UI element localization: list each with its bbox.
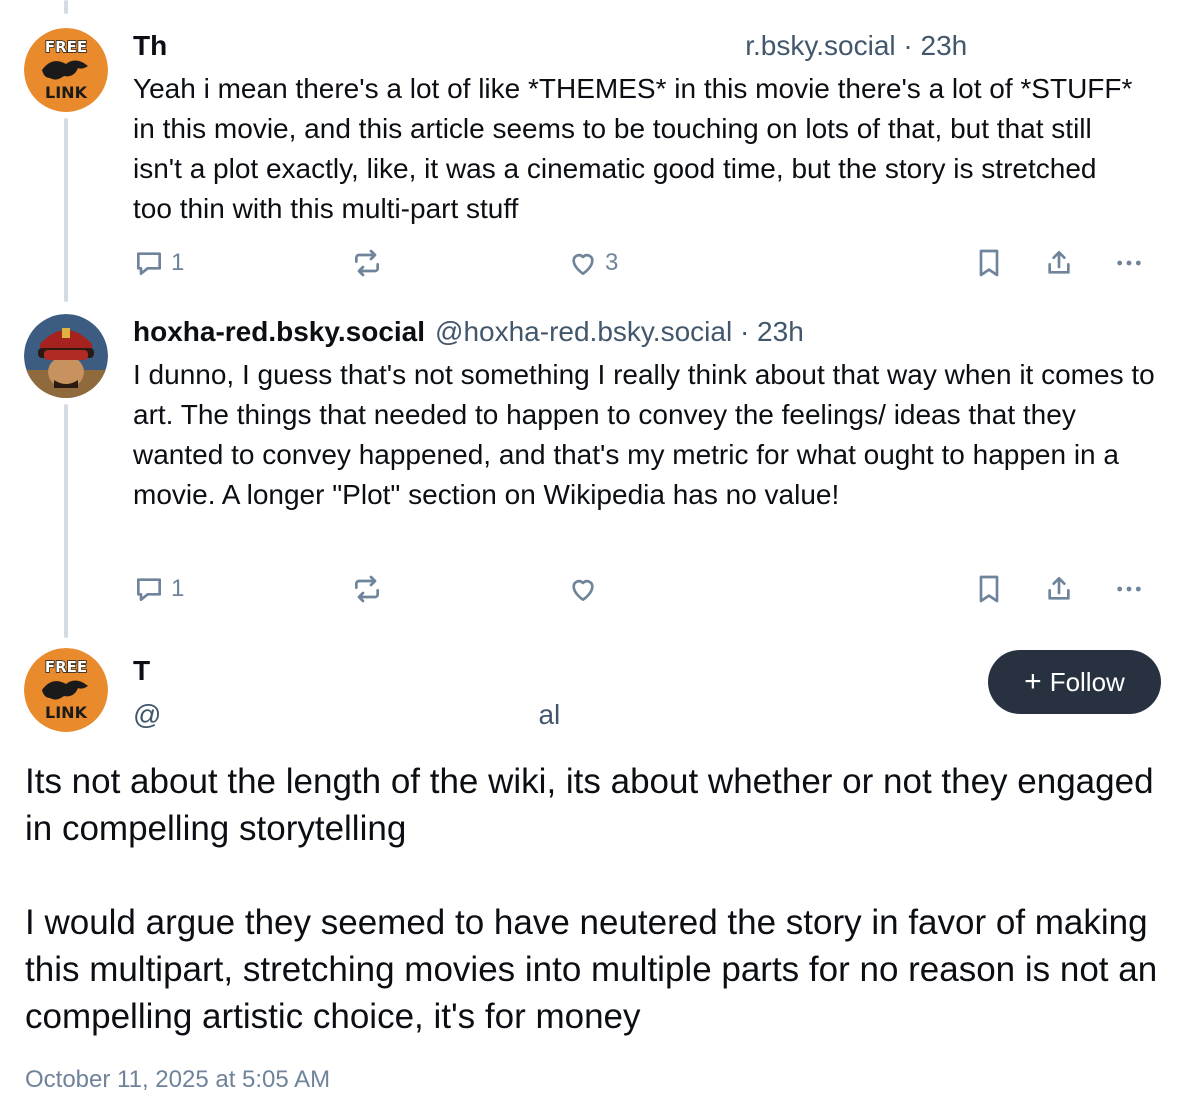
- more-icon: [1117, 586, 1141, 592]
- share-icon: [1048, 251, 1070, 274]
- free-link-avatar-image: FREE LINK: [24, 648, 108, 732]
- repost-button[interactable]: [351, 241, 389, 285]
- repost-button[interactable]: [351, 567, 389, 611]
- main-post-text: Its not about the length of the wiki, it…: [25, 762, 1158, 1036]
- hoxha-red-avatar-image: [24, 314, 108, 398]
- avatar-free-link[interactable]: FREE LINK: [24, 28, 108, 112]
- post-1-actions: 1 3: [133, 241, 1163, 285]
- svg-text:LINK: LINK: [45, 83, 88, 102]
- reply-button[interactable]: 1: [133, 241, 184, 285]
- post-1-text: Yeah i mean there's a lot of like *THEME…: [133, 73, 1133, 224]
- post-2-handle-meta[interactable]: @hoxha-red.bsky.social · 23h: [435, 315, 804, 349]
- reply-count: 1: [171, 249, 185, 276]
- main-handle-end: al: [538, 699, 561, 730]
- post-2-author-name[interactable]: hoxha-red.bsky.social: [133, 315, 425, 349]
- post-1-author-row: Th r.bsky.social · 23h: [133, 29, 1170, 63]
- main-author-name[interactable]: T: [133, 654, 150, 688]
- thread-line-1: [64, 118, 68, 302]
- more-icon: [1117, 260, 1141, 266]
- follow-label: Follow: [1049, 666, 1125, 697]
- thread-line-2: [64, 404, 68, 638]
- post-1-author-name[interactable]: Th: [133, 29, 167, 63]
- repost-icon: [355, 575, 379, 603]
- reply-icon: [137, 252, 161, 275]
- share-button[interactable]: [1043, 567, 1075, 611]
- repost-icon: [355, 249, 379, 277]
- svg-text:FREE: FREE: [45, 38, 87, 56]
- like-button[interactable]: [567, 567, 605, 611]
- free-link-avatar-image: FREE LINK: [24, 28, 108, 112]
- share-icon: [1048, 577, 1070, 600]
- bookmark-button[interactable]: [973, 567, 1005, 611]
- avatar-hoxha-red[interactable]: [24, 314, 108, 398]
- like-icon: [572, 253, 594, 275]
- post-2-text: I dunno, I guess that's not something I …: [133, 359, 1155, 510]
- more-button[interactable]: [1113, 241, 1145, 285]
- reply-icon: [137, 578, 161, 601]
- like-icon: [572, 579, 594, 601]
- like-count: 3: [605, 249, 619, 276]
- main-post-timestamp[interactable]: October 11, 2025 at 5:05 AM: [25, 1066, 330, 1094]
- post-1-handle-meta[interactable]: r.bsky.social · 23h: [745, 29, 967, 63]
- bookmark-icon: [979, 249, 999, 277]
- bookmark-icon: [979, 575, 999, 603]
- main-handle-start: @: [133, 699, 162, 730]
- follow-button[interactable]: + Follow: [988, 650, 1161, 714]
- svg-text:FREE: FREE: [45, 658, 87, 676]
- avatar-free-link-main[interactable]: FREE LINK: [24, 648, 108, 732]
- thread-line-top: [64, 0, 68, 14]
- bookmark-button[interactable]: [973, 241, 1005, 285]
- share-button[interactable]: [1043, 241, 1075, 285]
- svg-text:LINK: LINK: [45, 703, 88, 722]
- plus-icon: +: [1024, 665, 1042, 698]
- post-2-author-row: hoxha-red.bsky.social @hoxha-red.bsky.so…: [133, 315, 1170, 349]
- post-2-actions: 1: [133, 567, 1163, 611]
- like-button[interactable]: 3: [567, 241, 618, 285]
- reply-count: 1: [171, 575, 185, 602]
- more-button[interactable]: [1113, 567, 1145, 611]
- reply-button[interactable]: 1: [133, 567, 184, 611]
